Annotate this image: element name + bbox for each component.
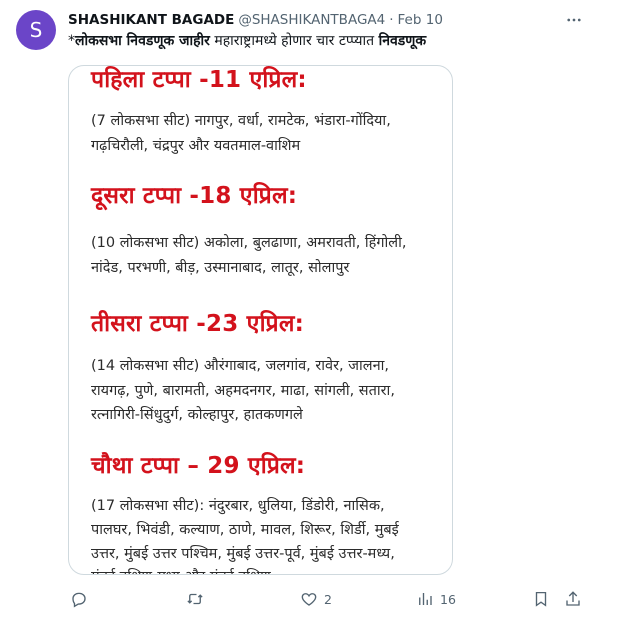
retweet-button[interactable] [186, 588, 204, 610]
phase-4-title: चौथा टप्पा – 29 एप्रिल: [91, 453, 306, 479]
like-button[interactable]: 2 [300, 588, 332, 610]
phase-2-line-1: (10 लोकसभा सीट) अकोला, बुलढाणा, अमरावती,… [91, 235, 407, 251]
separator-dot: · [389, 12, 394, 28]
phase-2-title: दूसरा टप्पा -18 एप्रिल: [91, 183, 298, 209]
avatar-letter: S [29, 18, 43, 42]
avatar[interactable]: S [16, 10, 56, 50]
tweet-text-bold-1: लोकसभा निवडणूक जाहीर [75, 33, 210, 49]
phase-4-line-4: मुंबई दक्षिण-मध्य और मुंबई दक्षिण [91, 566, 271, 574]
phase-2-line-2: नांदेड, परभणी, बीड़, उस्मानाबाद, लातूर, … [91, 260, 350, 276]
share-icon [566, 591, 580, 606]
reply-button[interactable] [70, 588, 88, 610]
tweet-image[interactable]: पहिला टप्पा -11 एप्रिल: (7 लोकसभा सीट) न… [68, 65, 453, 575]
phase-1-line-2: गढ़चिरौली, चंद्रपुर और यवतमाल-वाशिम [91, 138, 301, 154]
views-button[interactable]: 16 [416, 588, 456, 610]
phase-3-line-2: रायगढ़, पुणे, बारामती, अहमदनगर, माढा, सा… [91, 383, 395, 399]
bookmark-icon [535, 591, 547, 607]
retweet-icon [187, 593, 203, 605]
tweet-date[interactable]: Feb 10 [398, 12, 443, 28]
tweet-text-bold-2: निवडणूक [378, 33, 427, 49]
phase-4-line-1: (17 लोकसभा सीट): नंदुरबार, धुलिया, डिंडो… [91, 498, 385, 514]
tweet-text-middle: महाराष्ट्रामध्ये होणार चार टप्प्यात [209, 33, 379, 49]
phase-4-line-2: पालघर, भिवंडी, कल्याण, ठाणे, मावल, शिरूर… [91, 522, 399, 538]
bookmark-button[interactable] [532, 588, 550, 610]
reply-icon [72, 592, 86, 608]
phase-4-line-3: उत्तर, मुंबई उत्तर पश्चिम, मुंबई उत्तर-प… [91, 546, 395, 562]
tweet-text: *लोकसभा निवडणूक जाहीर महाराष्ट्रामध्ये ह… [68, 31, 426, 53]
like-icon [301, 593, 317, 606]
election-schedule-image: पहिला टप्पा -11 एप्रिल: (7 लोकसभा सीट) न… [69, 66, 452, 574]
phase-1-line-1: (7 लोकसभा सीट) नागपुर, वर्धा, रामटेक, भं… [91, 113, 391, 129]
like-count: 2 [324, 591, 332, 607]
display-name[interactable]: SHASHIKANT BAGADE [68, 12, 234, 28]
tweet-header: SHASHIKANT BAGADE @SHASHIKANTBAGA4 · Feb… [68, 10, 443, 30]
tweet-actions: 2 16 [68, 588, 588, 610]
views-count: 16 [440, 591, 456, 607]
views-icon [419, 593, 432, 605]
share-button[interactable] [564, 588, 582, 610]
phase-3-title: तीसरा टप्पा -23 एप्रिल: [91, 311, 305, 337]
tweet-text-prefix: * [68, 33, 75, 49]
phase-1-title: पहिला टप्पा -11 एप्रिल: [91, 67, 307, 93]
phase-3-line-3: रत्नागिरी-सिंधुदुर्ग, कोल्हापुर, हातकणगल… [91, 407, 303, 423]
phase-3-line-1: (14 लोकसभा सीट) औरंगाबाद, जलगांव, रावेर,… [91, 358, 390, 374]
tweet[interactable]: S SHASHIKANT BAGADE @SHASHIKANTBAGA4 · F… [0, 0, 626, 622]
user-handle[interactable]: @SHASHIKANTBAGA4 [238, 12, 385, 28]
more-options-icon[interactable] [562, 10, 586, 30]
